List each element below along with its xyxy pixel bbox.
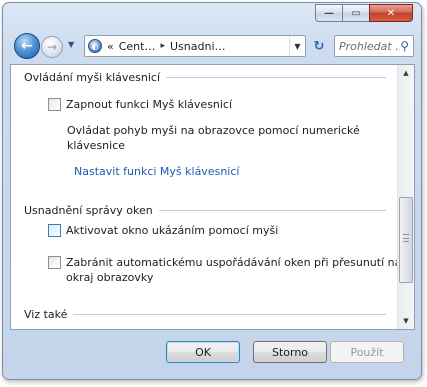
section-divider (158, 209, 386, 211)
checkbox-label[interactable]: Zapnout funkci Myš klávesnicí (66, 97, 232, 112)
caption-buttons: — ▭ ✕ (315, 4, 413, 22)
ok-button[interactable]: OK (166, 341, 240, 363)
content-pane: Ovládání myši klávesnicí Zapnout funkci … (10, 64, 415, 330)
section-divider (73, 313, 386, 315)
section-header: Viz také (24, 307, 386, 321)
vertical-scrollbar[interactable]: ▲ ▼ (397, 65, 414, 329)
checkbox-label[interactable]: Aktivovat okno ukázáním pomocí myši (66, 223, 278, 238)
search-box[interactable]: Prohledat … ⚲ (334, 35, 414, 57)
refresh-button[interactable]: ↻ (308, 35, 330, 57)
hover-activate-option[interactable]: Aktivovat okno ukázáním pomocí myši (48, 223, 278, 238)
back-arrow-icon: ← (21, 38, 33, 54)
setup-mouse-keys-link[interactable]: Nastavit funkci Myš klávesnicí (74, 165, 239, 178)
scroll-down-button[interactable]: ▼ (398, 313, 414, 329)
mouse-keys-description: Ovládat pohyb myši na obrazovce pomocí n… (67, 124, 360, 152)
section-header: Usnadnění správy oken (24, 203, 386, 217)
scroll-up-icon: ▲ (403, 69, 409, 77)
recent-pages-dropdown[interactable]: ▼ (68, 40, 74, 49)
checkbox-label-line: okraj obrazovky (66, 271, 154, 284)
checkbox-label-line: Zabránit automatickému uspořádávání oken… (66, 256, 402, 269)
chevron-down-icon: ▼ (68, 40, 75, 49)
address-prefix[interactable]: « (107, 40, 114, 53)
apply-button[interactable]: Použít (330, 341, 404, 363)
mouse-keys-option[interactable]: Zapnout funkci Myš klávesnicí (48, 97, 232, 112)
section-title: Ovládání myši klávesnicí (24, 70, 161, 84)
close-icon: ✕ (386, 7, 396, 19)
chevron-down-icon: ▼ (294, 41, 301, 51)
back-button[interactable]: ← (14, 33, 40, 59)
section-title: Viz také (24, 307, 68, 321)
breadcrumb-segment[interactable]: Cent… (119, 40, 156, 53)
dialog-footer: OK Storno Použít (2, 331, 422, 379)
breadcrumb-segment[interactable]: Usnadni… (170, 40, 226, 53)
search-icon[interactable]: ⚲ (400, 39, 409, 53)
hover-activate-checkbox[interactable] (48, 224, 61, 237)
section-divider (166, 76, 386, 78)
search-input[interactable]: Prohledat … (339, 40, 400, 53)
navigation-bar: ← → ▼ ◐ « Cent… ▸ Usnadni… ▼ ↻ Prohledat… (8, 31, 414, 61)
mouse-keys-checkbox[interactable] (48, 98, 61, 111)
refresh-icon: ↻ (313, 38, 325, 54)
cancel-button[interactable]: Storno (253, 341, 327, 363)
scroll-up-button[interactable]: ▲ (398, 65, 414, 81)
forward-arrow-icon: → (46, 40, 58, 54)
section-header: Ovládání myši klávesnicí (24, 70, 386, 84)
minimize-icon: — (324, 7, 334, 19)
maximize-icon: ▭ (351, 7, 361, 19)
section-title: Usnadnění správy oken (24, 203, 153, 217)
close-button[interactable]: ✕ (369, 4, 413, 22)
minimize-button[interactable]: — (315, 4, 342, 22)
prevent-arrange-checkbox[interactable] (48, 256, 61, 269)
address-bar[interactable]: ◐ « Cent… ▸ Usnadni… ▼ (84, 35, 306, 57)
forward-button[interactable]: → (41, 36, 63, 58)
breadcrumb-separator-icon[interactable]: ▸ (160, 41, 165, 51)
grip-icon (403, 234, 409, 242)
address-dropdown-button[interactable]: ▼ (289, 36, 305, 56)
scroll-thumb[interactable] (399, 197, 413, 283)
maximize-button[interactable]: ▭ (342, 4, 369, 22)
scroll-down-icon: ▼ (403, 317, 409, 325)
prevent-arrange-option[interactable]: Zabránit automatickému uspořádávání oken… (48, 255, 401, 285)
control-panel-icon: ◐ (88, 39, 102, 53)
checkbox-label[interactable]: Zabránit automatickému uspořádávání oken… (66, 255, 401, 285)
